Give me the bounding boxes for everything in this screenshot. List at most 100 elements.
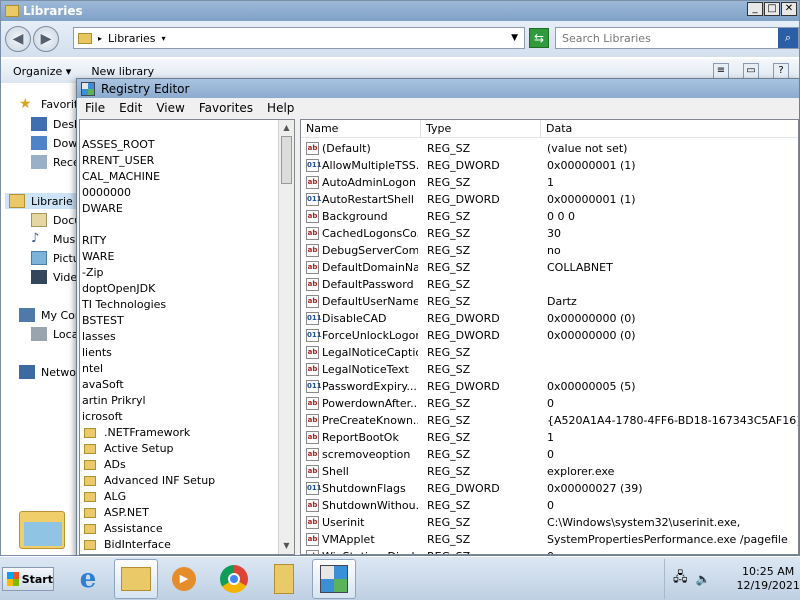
table-row[interactable]: ab VMApplet REG_SZ SystemPropertiesPerforma… [301, 531, 798, 548]
taskbar-folder[interactable] [262, 559, 306, 599]
organize-menu[interactable]: Organize ▾ [13, 65, 71, 78]
help-icon[interactable]: ? [773, 63, 789, 79]
table-row[interactable]: ab PowerdownAfter... REG_SZ 0 [301, 395, 798, 412]
taskbar-media-player[interactable]: ▶ [162, 559, 206, 599]
change-view-icon[interactable]: ≡ [713, 63, 729, 79]
start-button[interactable]: Start [2, 567, 54, 591]
taskbar-windows-explorer[interactable] [114, 559, 158, 599]
forward-button[interactable]: ▶ [33, 26, 59, 52]
tree-key-item[interactable]: ntel [82, 361, 103, 377]
network-status-icon[interactable]: 🖧 [673, 568, 688, 590]
refresh-button[interactable]: ⇆ [529, 28, 549, 48]
tree-key-item[interactable]: ADs [84, 457, 126, 473]
tree-key-item[interactable]: 0000000 [82, 185, 131, 201]
tree-key-item[interactable]: DWARE [82, 201, 123, 217]
table-row[interactable]: 011 ForceUnlockLogon REG_DWORD 0x00000000 (… [301, 327, 798, 344]
tree-key-item[interactable]: Active Setup [84, 441, 174, 457]
libraries-titlebar[interactable]: Libraries [1, 1, 799, 21]
nav-network[interactable]: Networ [19, 365, 81, 379]
volume-icon[interactable]: 🔈 [696, 572, 711, 586]
menu-view[interactable]: View [156, 101, 184, 115]
table-row[interactable]: ab CachedLogonsCo... REG_SZ 30 [301, 225, 798, 242]
nav-libraries[interactable]: Librarie [5, 193, 77, 209]
scroll-down-icon[interactable]: ▼ [279, 538, 294, 554]
tree-key-item[interactable]: BSTEST [82, 313, 124, 329]
table-row[interactable]: 011 AllowMultipleTSS... REG_DWORD 0x0000000… [301, 157, 798, 174]
menu-favorites[interactable]: Favorites [199, 101, 253, 115]
tree-key-item[interactable]: RRENT_USER [82, 153, 154, 169]
table-row[interactable]: ab (Default) REG_SZ (value not set) [301, 140, 798, 157]
table-row[interactable]: 011 ShutdownFlags REG_DWORD 0x00000027 (39) [301, 480, 798, 497]
tree-key-item[interactable]: ASP.NET [84, 505, 149, 521]
tree-scroll-thumb[interactable] [281, 136, 292, 184]
tree-key-item[interactable]: doptOpenJDK [82, 281, 155, 297]
tree-key-item[interactable]: -Zip [82, 265, 104, 281]
menu-help[interactable]: Help [267, 101, 294, 115]
value-name: Userinit [322, 516, 365, 529]
scroll-up-icon[interactable]: ▲ [279, 120, 294, 136]
address-bar[interactable]: ▸ Libraries ▾ ▼ [73, 27, 525, 49]
table-row[interactable]: ab PreCreateKnown... REG_SZ {A520A1A4-1780-… [301, 412, 798, 429]
registry-key-tree[interactable]: ASSES_ROOT RRENT_USER CAL_MACHINE 0000000 DW… [79, 119, 295, 555]
tree-key-item[interactable]: icrosoft [82, 409, 123, 425]
minimize-button[interactable]: _ [747, 2, 763, 16]
regedit-titlebar[interactable]: Registry Editor [77, 79, 799, 98]
column-header-name[interactable]: Name [301, 120, 421, 138]
nav-computer[interactable]: My Con [19, 308, 82, 322]
table-row[interactable]: 011 DisableCAD REG_DWORD 0x00000000 (0) [301, 310, 798, 327]
tree-key-item[interactable]: Advanced INF Setup [84, 473, 215, 489]
table-row[interactable]: ab Userinit REG_SZ C:\Windows\system32\user… [301, 514, 798, 531]
taskbar-internet-explorer[interactable]: e [66, 559, 110, 599]
tree-key-item[interactable]: CAL_MACHINE [82, 169, 160, 185]
tree-key-item[interactable]: TI Technologies [82, 297, 166, 313]
nav-recent[interactable]: Rece [31, 155, 80, 169]
menu-file[interactable]: File [85, 101, 105, 115]
clock[interactable]: 10:25 AM 12/19/2021 [736, 565, 799, 593]
tree-key-item[interactable]: ALG [84, 489, 126, 505]
tree-key-item[interactable]: RITY [82, 233, 106, 249]
table-row[interactable]: abLegalNoticeCaption REG_SZ [301, 344, 798, 361]
tree-key-item[interactable]: avaSoft [82, 377, 124, 393]
search-box[interactable]: ⌕ [555, 27, 799, 49]
column-header-data[interactable]: Data [541, 120, 798, 138]
nav-favorites[interactable]: ★ Favorit [19, 97, 78, 111]
table-row[interactable]: 011 PasswordExpiry... REG_DWORD 0x00000005 … [301, 378, 798, 395]
new-library-button[interactable]: New library [91, 65, 154, 78]
menu-edit[interactable]: Edit [119, 101, 142, 115]
tree-key-item[interactable]: Assistance [84, 521, 163, 537]
tree-key-item[interactable]: artin Prikryl [82, 393, 146, 409]
table-row[interactable]: ab ReportBootOk REG_SZ 1 [301, 429, 798, 446]
table-row[interactable]: ab ShutdownWithou... REG_SZ 0 [301, 497, 798, 514]
back-button[interactable]: ◀ [5, 26, 31, 52]
column-header-type[interactable]: Type [421, 120, 541, 138]
search-input[interactable] [562, 31, 778, 45]
address-dropdown-icon[interactable]: ▼ [511, 33, 518, 43]
taskbar-chrome[interactable] [212, 559, 256, 599]
table-row[interactable]: ab AutoAdminLogon REG_SZ 1 [301, 174, 798, 191]
table-row[interactable]: abWinStationsDisab... REG_SZ 0 [301, 548, 798, 554]
table-row[interactable]: abDebugServerCom... REG_SZ no [301, 242, 798, 259]
tree-key-item[interactable]: ASSES_ROOT [82, 137, 155, 153]
table-row[interactable]: ab DefaultUserName REG_SZ Dartz [301, 293, 798, 310]
table-row[interactable]: ab LegalNoticeText REG_SZ [301, 361, 798, 378]
table-row[interactable]: 011 AutoRestartShell REG_DWORD 0x00000001 (… [301, 191, 798, 208]
preview-pane-icon[interactable]: ▭ [743, 63, 759, 79]
table-row[interactable]: ab Background REG_SZ 0 0 0 [301, 208, 798, 225]
tree-key-item[interactable]: lasses [82, 329, 116, 345]
close-button[interactable]: ✕ [781, 2, 797, 16]
tree-key-item[interactable]: .NETFramework [84, 425, 190, 441]
table-row[interactable]: abDefaultDomainNa... REG_SZ COLLABNET [301, 259, 798, 276]
tree-scrollbar[interactable]: ▲ ▼ [278, 120, 294, 554]
table-row[interactable]: ab Shell REG_SZ explorer.exe [301, 463, 798, 480]
taskbar-registry-editor[interactable] [312, 559, 356, 599]
table-row[interactable]: ab scremoveoption REG_SZ 0 [301, 446, 798, 463]
tree-key-item[interactable]: WARE [82, 249, 114, 265]
tree-key-item[interactable]: lients [82, 345, 112, 361]
table-row[interactable]: ab DefaultPassword REG_SZ [301, 276, 798, 293]
maximize-button[interactable]: □ [764, 2, 780, 16]
nav-documents[interactable]: Docu [31, 213, 81, 227]
search-icon[interactable]: ⌕ [778, 28, 798, 48]
registry-values-list[interactable]: Name Type Data ab (Default) REG_SZ (value n… [300, 119, 799, 555]
nav-local-disk[interactable]: Local [31, 327, 82, 341]
tree-key-item[interactable]: BidInterface [84, 537, 171, 553]
